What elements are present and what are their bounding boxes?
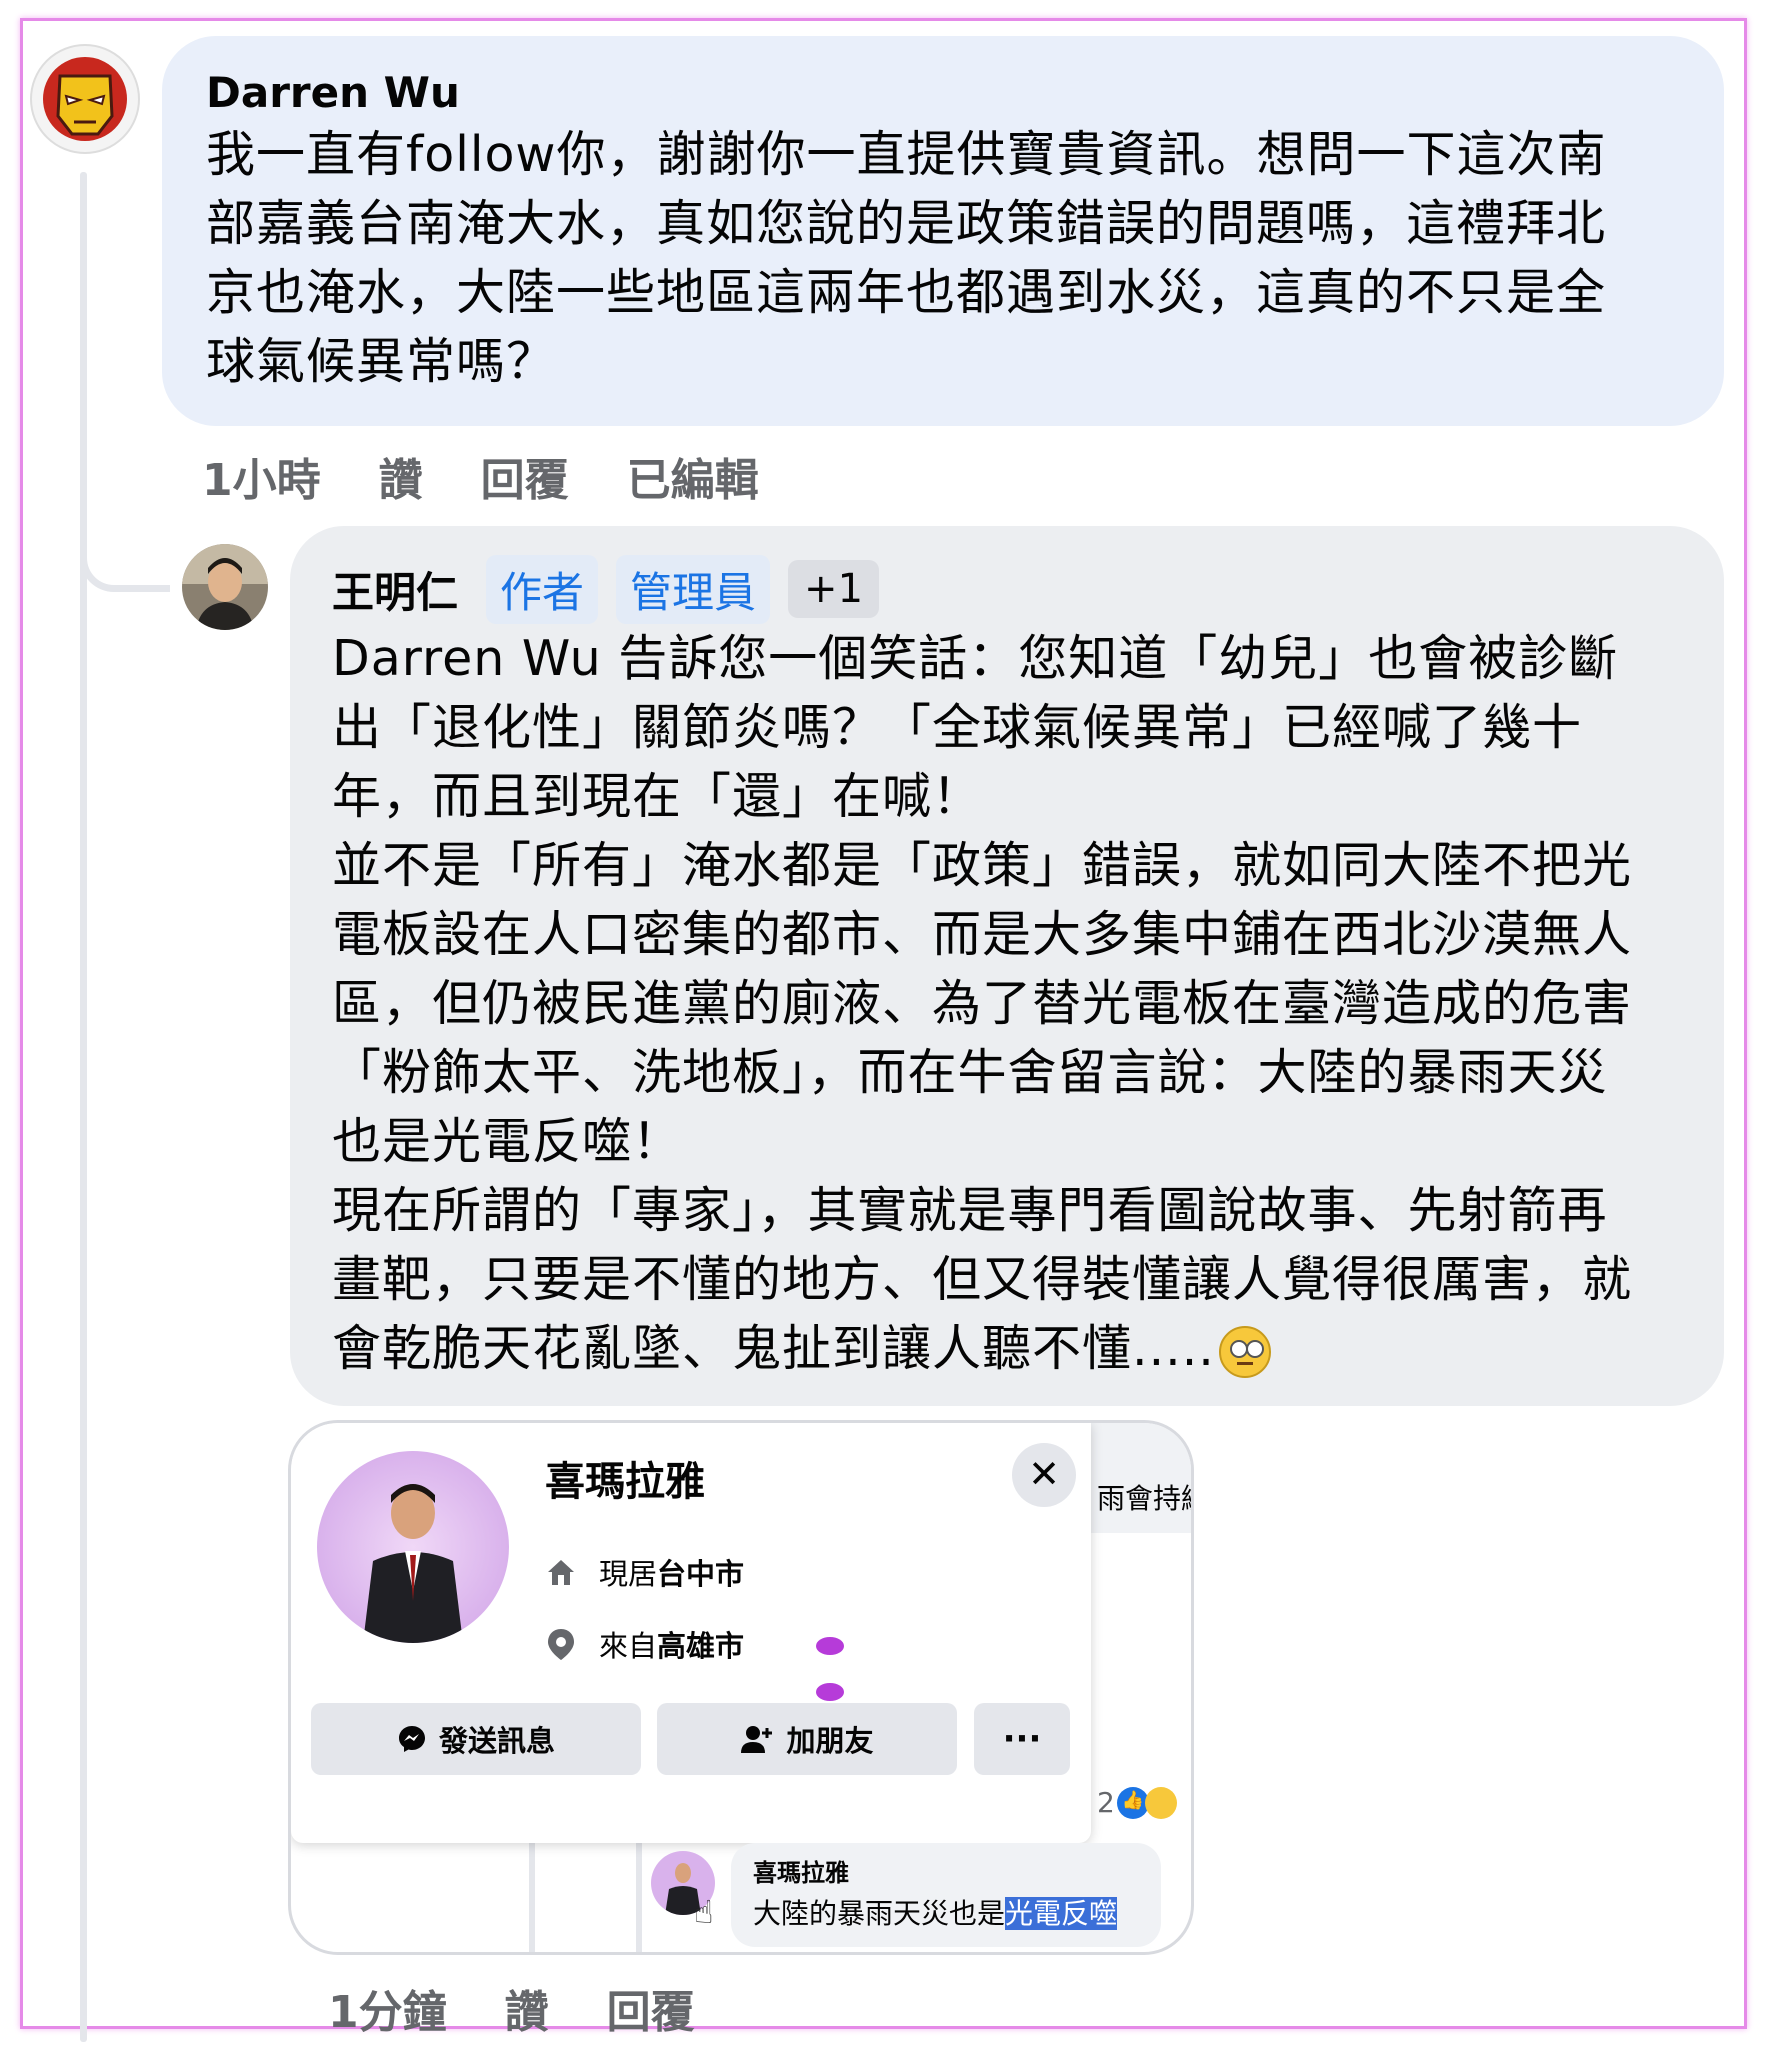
add-friend-icon bbox=[741, 1726, 773, 1753]
like-button[interactable]: 讚 bbox=[505, 1976, 549, 2040]
thread-line bbox=[529, 1843, 535, 1952]
comment-timestamp[interactable]: 1小時 bbox=[202, 444, 321, 508]
profile-hover-card: 喜瑪拉雅 ✕ 現居台中市 來自高雄市 發送訊息 加朋友 ··· bbox=[291, 1423, 1091, 1843]
reaction-summary: 2 bbox=[1097, 1786, 1177, 1819]
send-message-button[interactable]: 發送訊息 bbox=[311, 1703, 641, 1775]
reply-actions: 1分鐘 讚 回覆 bbox=[328, 1976, 695, 2040]
thread-line bbox=[636, 1843, 642, 1952]
lives-city[interactable]: 台中市 bbox=[657, 1557, 744, 1591]
home-icon bbox=[548, 1560, 574, 1585]
add-friend-label: 加朋友 bbox=[786, 1724, 874, 1758]
comment-text: 我一直有follow你，謝謝你一直提供寶貴資訊。想問一下這次南 部嘉義台南淹大水… bbox=[206, 126, 1607, 390]
profile-photo[interactable] bbox=[317, 1451, 509, 1643]
reply-text: Darren Wu 告訴您一個笑話：您知道「幼兒」也會被診斷 出「退化性」關節炎… bbox=[332, 624, 1724, 1383]
send-message-label: 發送訊息 bbox=[438, 1724, 555, 1758]
quoted-comment-bubble: 喜瑪拉雅 大陸的暴雨天災也是光電反噬 bbox=[731, 1843, 1161, 1947]
quoted-author[interactable]: 喜瑪拉雅 bbox=[753, 1853, 1161, 1888]
add-friend-button[interactable]: 加朋友 bbox=[657, 1703, 957, 1775]
iron-man-avatar-icon bbox=[43, 57, 127, 141]
admin-badge: 管理員 bbox=[616, 554, 771, 624]
from-city[interactable]: 高雄市 bbox=[657, 1629, 744, 1663]
rolling-eyes-emoji-icon bbox=[1218, 1325, 1271, 1378]
from-row: 來自高雄市 bbox=[545, 1623, 744, 1665]
close-icon[interactable]: ✕ bbox=[1012, 1443, 1076, 1507]
comment-bubble: Darren Wu 我一直有follow你，謝謝你一直提供寶貴資訊。想問一下這次… bbox=[162, 36, 1724, 426]
reply-button[interactable]: 回覆 bbox=[607, 1976, 695, 2040]
avatar-wang-ming-ren[interactable] bbox=[182, 544, 268, 630]
edited-label: 已編輯 bbox=[626, 455, 759, 506]
lives-prefix: 現居 bbox=[599, 1557, 658, 1591]
from-prefix: 來自 bbox=[599, 1629, 658, 1663]
like-button[interactable]: 讚 bbox=[379, 444, 423, 508]
gem-sticker-icon bbox=[816, 1683, 844, 1701]
reply-text-body: Darren Wu 告訴您一個笑話：您知道「幼兒」也會被診斷 出「退化性」關節炎… bbox=[332, 630, 1633, 1377]
reply-button[interactable]: 回覆 bbox=[481, 444, 569, 508]
attached-screenshot[interactable]: 雨會持續 2 喜瑪拉雅 ✕ 現居台中市 bbox=[288, 1420, 1194, 1955]
more-dots-icon: ··· bbox=[1002, 1719, 1042, 1759]
quoted-text-plain: 大陸的暴雨天災也是 bbox=[753, 1897, 1006, 1930]
avatar-darren-wu[interactable] bbox=[30, 44, 140, 154]
messenger-icon bbox=[398, 1726, 425, 1752]
reply-author[interactable]: 王明仁 bbox=[332, 559, 458, 620]
background-post-text: 雨會持續 bbox=[1097, 1482, 1191, 1515]
reply-bubble: 王明仁 作者 管理員 +1 Darren Wu 告訴您一個笑話：您知道「幼兒」也… bbox=[290, 526, 1724, 1406]
reply-timestamp[interactable]: 1分鐘 bbox=[328, 1976, 447, 2040]
thread-connector bbox=[80, 500, 170, 592]
person-photo-icon bbox=[182, 544, 268, 630]
man-in-suit-icon bbox=[363, 1484, 463, 1643]
comment-actions: 1小時 讚 回覆 已編輯 bbox=[202, 444, 759, 508]
reaction-count: 2 bbox=[1097, 1786, 1115, 1819]
location-pin-icon bbox=[548, 1629, 574, 1660]
sad-reaction-icon bbox=[1144, 1786, 1177, 1819]
more-options-button[interactable]: ··· bbox=[974, 1703, 1070, 1775]
profile-name[interactable]: 喜瑪拉雅 bbox=[545, 1449, 705, 1507]
gem-sticker-icon bbox=[816, 1637, 844, 1655]
lives-in-row: 現居台中市 bbox=[545, 1551, 744, 1593]
thread-line bbox=[80, 172, 87, 2042]
more-badges[interactable]: +1 bbox=[788, 560, 880, 618]
comment-author[interactable]: Darren Wu bbox=[206, 66, 1724, 120]
hand-pointer-icon: ☝ bbox=[694, 1893, 714, 1931]
reply-header: 王明仁 作者 管理員 +1 bbox=[332, 554, 1724, 624]
quoted-text: 大陸的暴雨天災也是光電反噬 bbox=[753, 1892, 1161, 1932]
quoted-text-highlight: 光電反噬 bbox=[1005, 1897, 1118, 1930]
author-badge: 作者 bbox=[486, 554, 599, 624]
